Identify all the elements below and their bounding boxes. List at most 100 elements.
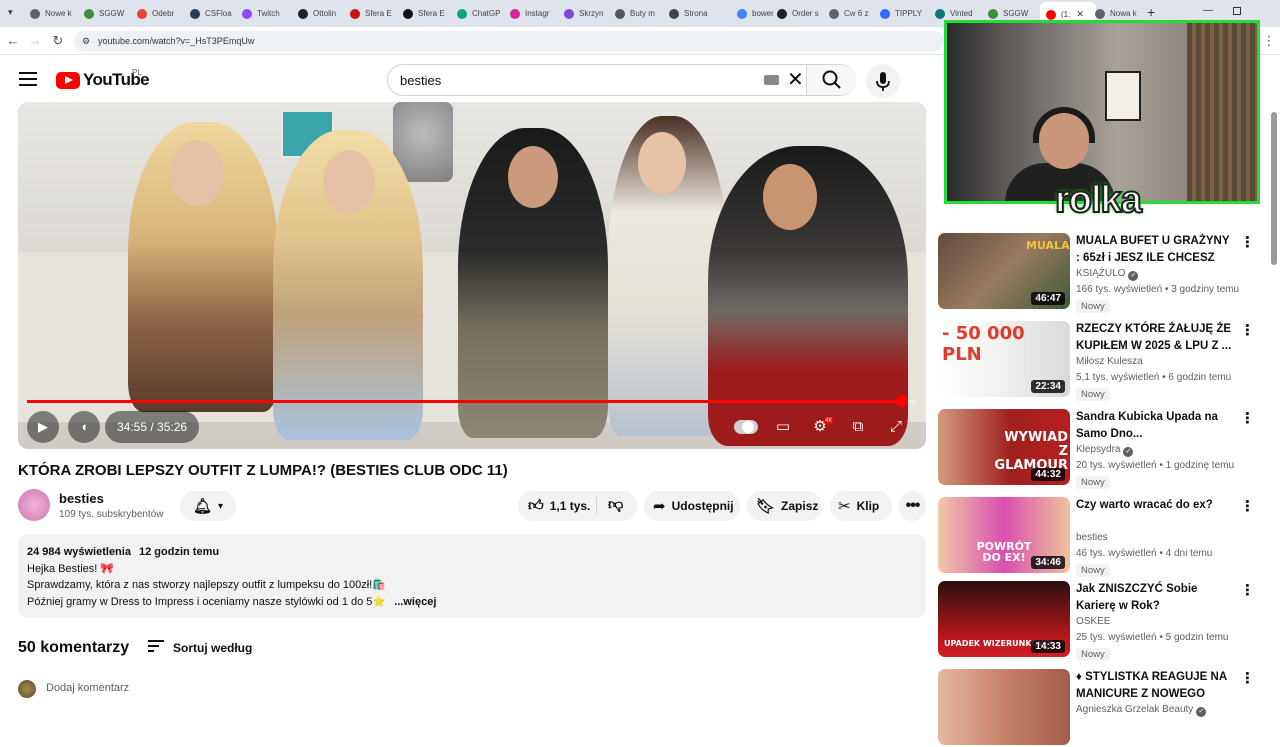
description-box[interactable]: 24 984 wyświetlenia 12 godzin temu Hejka… [18,534,926,618]
recommended-title[interactable]: RZECZY KTÓRE ŻAŁUJĘ ŻE KUPIŁEM W 2025 & … [1076,321,1236,354]
video-player[interactable]: ▶ ◖ 34:55 / 35:26 ▭ ⚙ 4K ⧉ ⤢ [18,102,926,449]
back-icon[interactable]: ← [4,32,22,50]
recommended-title[interactable]: Sandra Kubicka Upada na Samo Dno... [1076,409,1236,442]
browser-tab[interactable]: Odebr [137,4,185,23]
page-scrollbar[interactable] [1271,112,1277,265]
browser-tab[interactable]: Strona [669,4,733,23]
more-actions-button[interactable]: ••• [899,491,926,521]
url-field[interactable]: ⚙ youtube.com/watch?v=_HsT3PEmqUw [74,31,944,51]
more-options-icon[interactable]: ⋮ [1240,671,1255,686]
browser-tab[interactable]: ChatGP [457,4,505,23]
fullscreen-icon[interactable]: ⤢ [886,418,906,436]
guide-menu-icon[interactable] [19,72,37,88]
theater-mode-icon[interactable]: ⧉ [848,418,868,436]
browser-tab[interactable]: CSFloa [190,4,238,23]
browser-tab[interactable]: Nowe k [30,4,78,23]
progress-bar[interactable] [27,395,915,407]
tab-label: Instagr [525,9,550,18]
recommended-channel[interactable]: Agnieszka Grzelak Beauty ✓ [1076,704,1207,717]
tab-label: (1: [1061,10,1071,19]
recommended-title[interactable]: Jak ZNISZCZYĆ Sobie Karierę w Rok? [1076,581,1236,614]
browser-tab[interactable]: bowen [737,4,773,23]
video-thumbnail[interactable]: UPADEK WIZERUNKOWY 14:33 [938,581,1070,657]
channel-name[interactable]: besties [59,491,104,506]
sort-comments-button[interactable]: Sortuj według [148,640,252,655]
reload-icon[interactable]: ↻ [49,32,67,50]
add-comment-field[interactable]: Dodaj komentarz [46,682,129,694]
tab-search-icon[interactable]: ▾ [8,7,13,18]
browser-tab[interactable]: Skrzyn [564,4,612,23]
browser-tab[interactable]: Cw 6 z [829,4,877,23]
restore-icon[interactable] [1233,7,1241,15]
forward-icon[interactable]: → [26,32,44,50]
video-thumbnail[interactable]: - 50 000 PLN 22:34 [938,321,1070,397]
keyboard-icon[interactable] [764,75,779,85]
like-button[interactable]: 👍︎ 1,1 tys. 👎︎ [518,491,637,521]
tab-label: Sfera E [418,9,445,18]
show-more-link[interactable]: ...więcej [394,596,436,608]
tab-label: SGGW [99,9,125,18]
recommended-channel[interactable]: OSKEE [1076,616,1110,627]
browser-tab[interactable]: Instagr [510,4,558,23]
more-options-icon[interactable]: ⋮ [1240,583,1255,598]
browser-tab[interactable]: Sfera E [350,4,398,23]
recommended-title[interactable]: MUALA BUFET U GRAŻYNY : 65zł i JESZ ILE … [1076,233,1236,266]
close-tab-icon[interactable]: ✕ [1076,9,1084,20]
video-thumbnail[interactable]: MUALA 46:47 [938,233,1070,309]
time-display: 34:55 / 35:26 [105,411,200,443]
browser-tab[interactable]: Twitch [242,4,292,23]
recommended-channel[interactable]: Miłosz Kulesza [1076,356,1143,367]
search-button[interactable] [806,65,856,95]
recommended-channel[interactable]: Klepsydra ✓ [1076,444,1134,457]
new-tab-button[interactable]: + [1147,4,1155,20]
recommended-video[interactable]: - 50 000 PLN 22:34 RZECZY KTÓRE ŻAŁUJĘ ŻE … [938,321,1258,401]
clear-search-icon[interactable]: ✕ [787,68,804,92]
recommended-video[interactable]: WYWIAD Z GLAMOUR 44:32 Sandra Kubicka Upad… [938,409,1258,489]
share-button[interactable]: ➦ Udostępnij [644,491,740,521]
duration-badge: 14:33 [1031,640,1065,653]
subtitles-icon[interactable]: ▭ [773,418,793,436]
video-thumbnail[interactable]: WYWIAD Z GLAMOUR 44:32 [938,409,1070,485]
thumbnail-text: MUALA [1026,239,1070,252]
browser-tab[interactable]: SGGW [84,4,132,23]
save-button[interactable]: 🔖︎ Zapisz [747,491,822,521]
browser-tab[interactable]: Buty m [615,4,663,23]
recommended-channel[interactable]: besties [1076,532,1108,543]
chevron-down-icon: ▾ [218,500,224,512]
more-options-icon[interactable]: ⋮ [1240,323,1255,338]
voice-search-button[interactable] [866,64,900,98]
search-input[interactable] [400,65,760,95]
person-1-face [170,140,224,206]
play-button[interactable]: ▶ [27,411,59,443]
clip-button[interactable]: ✂ Klip [830,491,892,521]
recommended-title[interactable]: ♦ STYLISTKA REAGUJE NA MANICURE Z NOWEGO… [1076,669,1236,703]
minimize-icon[interactable]: — [1203,5,1213,16]
recommended-video[interactable]: MUALA 46:47 MUALA BUFET U GRAŻYNY : 65zł i… [938,233,1258,313]
share-label: Udostępnij [671,499,734,513]
tab-favicon-icon [457,8,467,19]
recommended-video[interactable]: POWRÓT DO EX! 34:46 Czy warto wracać do ex… [938,497,1258,577]
more-options-icon[interactable]: ⋮ [1240,411,1255,426]
video-thumbnail[interactable] [938,669,1070,745]
video-thumbnail[interactable]: POWRÓT DO EX! 34:46 [938,497,1070,573]
thumbs-down-icon[interactable]: 👎︎ [608,496,623,514]
browser-menu-icon[interactable]: ⋮ [1260,32,1278,50]
tab-favicon-icon [737,8,747,19]
channel-avatar[interactable] [18,489,50,521]
volume-button[interactable]: ◖ [68,411,100,443]
more-options-icon[interactable]: ⋮ [1240,499,1255,514]
recommended-video[interactable]: ♦ STYLISTKA REAGUJE NA MANICURE Z NOWEGO… [938,669,1258,747]
recommended-title[interactable]: Czy warto wracać do ex? [1076,497,1236,514]
browser-tab[interactable]: Sfera E [403,4,451,23]
like-count: 1,1 tys. [549,499,591,513]
browser-tab[interactable]: Order s [777,4,825,23]
scrubber-handle[interactable] [895,395,908,407]
site-info-icon[interactable]: ⚙ [82,31,90,51]
notification-bell-button[interactable]: 🔔︎ ▾ [180,491,236,521]
recommended-channel[interactable]: KSIĄŻULO ✓ [1076,268,1139,281]
recommended-video[interactable]: UPADEK WIZERUNKOWY 14:33 Jak ZNISZCZYĆ Sob… [938,581,1258,661]
browser-tab[interactable]: Ottolin [298,4,346,23]
browser-tab[interactable]: TIPPLY [880,4,930,23]
more-options-icon[interactable]: ⋮ [1240,235,1255,250]
autoplay-toggle[interactable] [734,420,758,434]
